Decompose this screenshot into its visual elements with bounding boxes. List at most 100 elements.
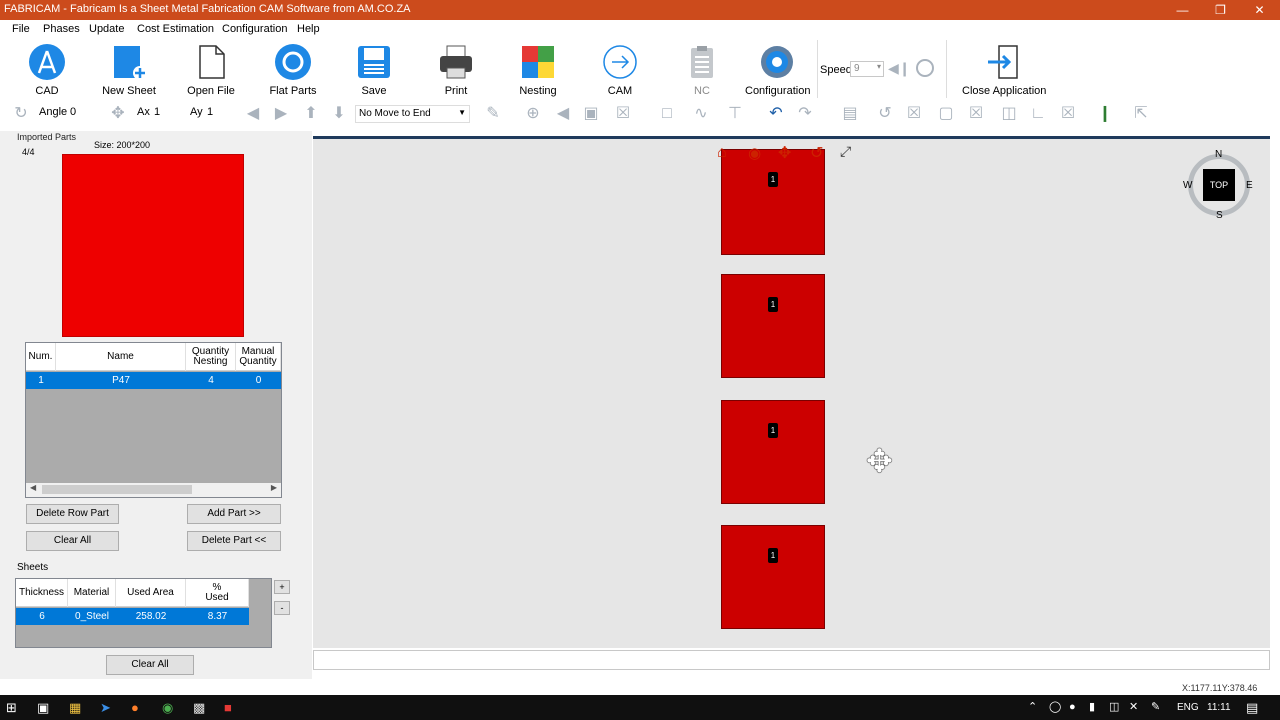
remove-icon[interactable]: ☒ — [1057, 104, 1079, 124]
speed-spinner[interactable]: 9 ▾ — [850, 61, 884, 77]
firefox-icon[interactable]: ● — [131, 699, 139, 716]
shape-icon[interactable]: □ — [656, 104, 678, 124]
scrollbar-thumb[interactable] — [42, 485, 192, 494]
rotate-icon[interactable]: ↻ — [10, 104, 32, 124]
orbit-icon[interactable]: ◉ — [748, 144, 761, 162]
scroll-right-icon[interactable]: ▶ — [271, 483, 277, 492]
ay-input[interactable]: 1 — [207, 106, 213, 118]
table-row[interactable]: 6 0_Steel 258.02 8.37 — [16, 608, 249, 625]
save-button[interactable]: Save — [352, 42, 396, 97]
nested-part[interactable]: 1 — [721, 525, 825, 629]
battery-icon[interactable]: ▮ — [1089, 699, 1095, 716]
pencil-icon[interactable]: ✎ — [482, 104, 504, 124]
move-up-icon[interactable]: ⬆ — [300, 104, 322, 124]
nested-part[interactable]: 1 — [721, 149, 825, 255]
bracket-icon[interactable]: ▢ — [935, 104, 957, 124]
redo-icon[interactable]: ↷ — [794, 104, 816, 124]
home-view-icon[interactable]: ⌂ — [717, 144, 727, 162]
horizontal-scrollbar[interactable]: ◀ ▶ — [26, 483, 281, 497]
stop-icon[interactable] — [916, 59, 934, 77]
chrome-icon[interactable]: ◉ — [162, 699, 173, 716]
app-icon[interactable]: ➤ — [100, 699, 111, 716]
clear-all-sheets-button[interactable]: Clear All — [106, 655, 194, 675]
view-cube-top[interactable]: TOP — [1203, 169, 1235, 201]
scroll-left-icon[interactable]: ◀ — [30, 483, 36, 492]
nc-delete-icon[interactable]: ☒ — [612, 104, 634, 124]
path-icon[interactable]: ∿ — [690, 104, 712, 124]
menu-help[interactable]: Help — [297, 23, 320, 35]
frame-icon[interactable]: ▣ — [580, 104, 602, 124]
move-mode-select[interactable]: No Move to End ▼ — [355, 105, 470, 123]
tray-icon[interactable]: ◯ — [1049, 699, 1061, 716]
language-indicator[interactable]: ENG — [1177, 699, 1199, 716]
menu-cost-estimation[interactable]: Cost Estimation — [137, 23, 214, 35]
volume-icon[interactable]: ✕ — [1129, 699, 1138, 716]
window-icon[interactable]: ◫ — [998, 104, 1020, 124]
pen-icon[interactable]: ✎ — [1151, 699, 1160, 716]
clear-all-parts-button[interactable]: Clear All — [26, 531, 119, 551]
move-down-icon[interactable]: ⬇ — [328, 104, 350, 124]
align-icon[interactable]: ▤ — [839, 104, 861, 124]
configuration-button[interactable]: Configuration — [745, 42, 810, 97]
status-input[interactable] — [313, 650, 1270, 670]
cad-button[interactable]: CAD — [22, 42, 72, 97]
notifications-icon[interactable]: ▤ — [1246, 699, 1258, 716]
menu-phases[interactable]: Phases — [43, 23, 80, 35]
move-right-icon[interactable]: ▶ — [270, 104, 292, 124]
add-part-button[interactable]: Add Part >> — [187, 504, 281, 524]
open-file-button[interactable]: Open File — [184, 42, 238, 97]
move-left-icon[interactable]: ◀ — [242, 104, 264, 124]
table-row[interactable]: 1 P47 4 0 — [26, 372, 281, 389]
lead-in-icon[interactable]: ◀ — [552, 104, 574, 124]
microphone-icon[interactable]: ● — [1069, 699, 1076, 716]
nested-part[interactable]: 1 — [721, 400, 825, 504]
nested-part[interactable]: 1 — [721, 274, 825, 378]
fabricam-taskbar-icon[interactable]: ▩ — [193, 699, 205, 716]
delete-shape-icon[interactable]: ☒ — [903, 104, 925, 124]
task-view-icon[interactable]: ▣ — [37, 699, 49, 716]
rotate-view-icon[interactable]: ↺ — [810, 143, 823, 163]
export-icon[interactable]: ⇱ — [1130, 104, 1152, 124]
menu-update[interactable]: Update — [89, 23, 124, 35]
add-sheet-button[interactable]: + — [274, 580, 290, 594]
drawing-canvas[interactable]: 1 1 1 1 ⌂ ◉ ✥ ↺ ⤢ N S E W TOP ✥ — [313, 136, 1270, 648]
print-button[interactable]: Print — [434, 42, 478, 97]
part-label: 1 — [768, 172, 778, 187]
flat-parts-button[interactable]: Flat Parts — [265, 42, 321, 97]
undo-icon[interactable]: ↶ — [765, 104, 787, 124]
toolpath-icon[interactable]: ❙ — [1094, 104, 1116, 124]
ax-input[interactable]: 1 — [154, 106, 160, 118]
nc-button[interactable]: NC — [680, 42, 724, 97]
app-red-icon[interactable]: ■ — [224, 699, 232, 716]
corner-icon[interactable]: ∟ — [1027, 104, 1049, 124]
network-icon[interactable]: ◫ — [1109, 699, 1119, 716]
menu-file[interactable]: File — [12, 23, 30, 35]
cam-button[interactable]: CAM — [598, 42, 642, 97]
close-window-button[interactable]: ✕ — [1240, 0, 1279, 20]
fit-screen-icon[interactable]: ⤢ — [840, 143, 851, 160]
close-application-button[interactable]: Close Application — [962, 42, 1046, 97]
delete-part-button[interactable]: Delete Part << — [187, 531, 281, 551]
skip-start-icon[interactable]: ◀❙ — [888, 60, 911, 77]
add-circle-icon[interactable]: ⊕ — [522, 104, 544, 124]
chevron-up-icon[interactable]: ⌃ — [1028, 699, 1037, 716]
cross-box-icon[interactable]: ☒ — [965, 104, 987, 124]
nesting-icon — [519, 42, 557, 82]
rotate-part-icon[interactable]: ↺ — [874, 104, 896, 124]
compass-east: E — [1246, 180, 1253, 191]
col-used-area: Used Area — [116, 579, 186, 607]
nesting-button[interactable]: Nesting — [512, 42, 564, 97]
delete-row-part-button[interactable]: Delete Row Part — [26, 504, 119, 524]
link-icon[interactable]: ⊤ — [724, 104, 746, 124]
minimize-button[interactable]: — — [1163, 0, 1202, 20]
windows-start-icon[interactable]: ⊞ — [6, 699, 17, 716]
move-icon[interactable]: ✥ — [107, 104, 129, 124]
maximize-button[interactable]: ❐ — [1201, 0, 1240, 20]
file-explorer-icon[interactable]: ▦ — [69, 699, 81, 716]
menu-configuration[interactable]: Configuration — [222, 23, 287, 35]
new-sheet-button[interactable]: New Sheet — [100, 42, 158, 97]
angle-input[interactable]: 0 — [70, 106, 76, 118]
remove-sheet-button[interactable]: - — [274, 601, 290, 615]
pan-icon[interactable]: ✥ — [778, 143, 791, 163]
clock[interactable]: 11:11 — [1207, 699, 1231, 716]
